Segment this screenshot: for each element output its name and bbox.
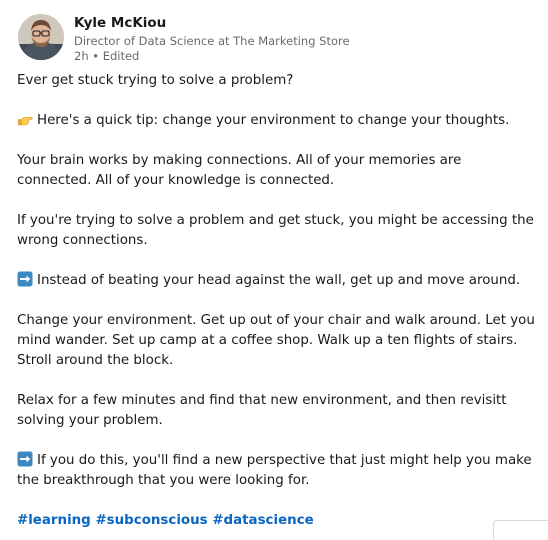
paragraph-8-text: If you do this, you'll find a new perspe… (17, 453, 532, 488)
paragraph-4: If you're trying to solve a problem and … (17, 213, 534, 248)
post-time: 2h • Edited (74, 49, 140, 63)
avatar-image (18, 14, 64, 60)
paragraph-1: Ever get stuck trying to solve a problem… (17, 73, 294, 88)
avatar[interactable] (18, 14, 64, 60)
paragraph-5-text: Instead of beating your head against the… (37, 273, 521, 288)
right-arrow-icon (17, 451, 33, 467)
post-header: Kyle McKiou Director of Data Science at … (18, 14, 350, 64)
paragraph-2: Here's a quick tip: change your environm… (17, 111, 537, 131)
paragraph-6: Change your environment. Get up out of y… (17, 313, 535, 368)
hashtag-learning[interactable]: #learning (17, 513, 91, 528)
author-name[interactable]: Kyle McKiou (74, 15, 350, 32)
post-body: Ever get stuck trying to solve a problem… (17, 71, 537, 531)
paragraph-3: Your brain works by making connections. … (17, 153, 462, 188)
hashtag-list: #learning #subconscious #datascience (17, 511, 537, 531)
paragraph-8: If you do this, you'll find a new perspe… (17, 451, 537, 491)
author-meta: Kyle McKiou Director of Data Science at … (74, 15, 350, 64)
paragraph-5: Instead of beating your head against the… (17, 271, 537, 291)
author-title: Director of Data Science at The Marketin… (74, 34, 350, 48)
corner-widget[interactable] (493, 520, 548, 540)
post-card: Kyle McKiou Director of Data Science at … (0, 0, 548, 540)
right-arrow-icon (17, 271, 33, 287)
paragraph-2-text: Here's a quick tip: change your environm… (37, 113, 510, 128)
hashtag-subconscious[interactable]: #subconscious (95, 513, 207, 528)
pointing-hand-icon (18, 116, 33, 126)
hashtag-datascience[interactable]: #datascience (212, 513, 313, 528)
paragraph-7: Relax for a few minutes and find that ne… (17, 393, 507, 428)
